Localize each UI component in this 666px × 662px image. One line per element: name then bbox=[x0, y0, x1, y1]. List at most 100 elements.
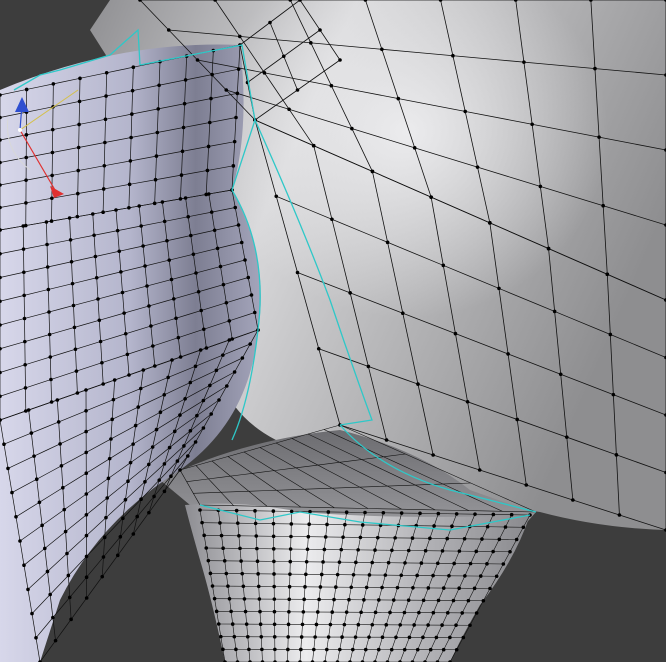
mesh-vertex bbox=[123, 331, 128, 336]
mesh-vertex bbox=[166, 375, 170, 380]
mesh-vertex bbox=[209, 96, 213, 101]
mesh-vertex bbox=[431, 573, 435, 578]
mesh-vertex bbox=[202, 533, 206, 538]
mesh-vertex bbox=[326, 510, 331, 514]
mesh-vertex bbox=[93, 254, 98, 259]
mesh-vertex bbox=[421, 635, 425, 640]
mesh-vertex bbox=[84, 471, 89, 476]
mesh-vertex bbox=[247, 647, 251, 652]
gizmo-origin[interactable] bbox=[18, 128, 22, 132]
mesh-vertex bbox=[441, 263, 446, 268]
mesh-vertex bbox=[272, 584, 276, 589]
mesh-vertex bbox=[26, 587, 30, 592]
mesh-vertex bbox=[240, 356, 245, 360]
mesh-vertex bbox=[393, 536, 397, 540]
mesh-vertex bbox=[110, 417, 114, 422]
mesh-vertex bbox=[303, 585, 307, 589]
mesh-vertex bbox=[605, 272, 610, 277]
mesh-vertex bbox=[334, 585, 338, 589]
mesh-vertex bbox=[76, 145, 81, 150]
mesh-vertex bbox=[370, 560, 375, 565]
mesh-vertex bbox=[309, 41, 313, 45]
mesh-vertex bbox=[32, 454, 36, 458]
mesh-vertex bbox=[419, 561, 424, 565]
mesh-vertex bbox=[281, 54, 286, 59]
mesh-vertex bbox=[272, 609, 277, 614]
mesh-vertex bbox=[22, 270, 26, 275]
mesh-vertex bbox=[330, 217, 334, 222]
mesh-vertex bbox=[127, 373, 131, 377]
mesh-vertex bbox=[169, 277, 174, 282]
mesh-vertex bbox=[337, 560, 342, 564]
mesh-vertex bbox=[135, 514, 139, 519]
mesh-vertex bbox=[22, 293, 26, 298]
mesh-vertex bbox=[402, 610, 407, 615]
mesh-vertex bbox=[287, 597, 292, 602]
mesh-vertex bbox=[239, 240, 244, 245]
mesh-vertex bbox=[426, 586, 431, 590]
mesh-vertex bbox=[445, 536, 450, 541]
3d-viewport[interactable] bbox=[0, 0, 666, 662]
mesh-vertex bbox=[295, 88, 300, 92]
mesh-vertex bbox=[50, 196, 54, 201]
mesh-vertex bbox=[119, 270, 123, 274]
mesh-vertex bbox=[403, 561, 407, 565]
mesh-vertex bbox=[440, 623, 444, 627]
mesh-vertex bbox=[186, 214, 190, 219]
mesh-vertex bbox=[376, 647, 381, 652]
mesh-vertex bbox=[152, 494, 156, 499]
mesh-vertex bbox=[77, 99, 82, 104]
mesh-vertex bbox=[198, 348, 203, 352]
mesh-vertex bbox=[236, 67, 241, 71]
mesh-vertex bbox=[201, 398, 206, 403]
mesh-vertex bbox=[167, 445, 172, 450]
mesh-vertex bbox=[127, 205, 131, 210]
mesh-vertex bbox=[453, 331, 458, 336]
mesh-vertex bbox=[59, 464, 64, 468]
mesh-vertex bbox=[24, 133, 29, 137]
mesh-vertex bbox=[21, 247, 26, 251]
mesh-vertex bbox=[104, 70, 109, 75]
mesh-vertex bbox=[353, 635, 358, 639]
mesh-vertex bbox=[45, 242, 49, 247]
mesh-vertex bbox=[288, 559, 293, 564]
mesh-vertex bbox=[102, 535, 107, 540]
mesh-vertex bbox=[258, 609, 262, 614]
mesh-vertex bbox=[231, 164, 236, 168]
mesh-vertex bbox=[342, 622, 347, 627]
mesh-vertex bbox=[169, 474, 173, 479]
mesh-vertex bbox=[24, 155, 29, 160]
mesh-vertex bbox=[271, 509, 276, 513]
mesh-vertex bbox=[100, 360, 104, 365]
mesh-vertex bbox=[234, 115, 238, 120]
mesh-vertex bbox=[373, 610, 378, 615]
mesh-vertex bbox=[232, 370, 237, 374]
mesh-vertex bbox=[472, 586, 477, 591]
mesh-vertex bbox=[468, 561, 473, 566]
mesh-vertex bbox=[130, 112, 134, 116]
mesh-vertex bbox=[428, 647, 433, 652]
mesh-vertex bbox=[351, 572, 356, 577]
mesh-vertex bbox=[341, 535, 345, 539]
mesh-vertex bbox=[348, 291, 352, 295]
mesh-vertex bbox=[289, 509, 294, 514]
mesh-vertex bbox=[491, 512, 496, 517]
mesh-vertex bbox=[415, 573, 419, 578]
mesh-vertex bbox=[22, 316, 27, 321]
mesh-vertex bbox=[214, 609, 219, 614]
mesh-vertex bbox=[67, 216, 72, 220]
mesh-vertex bbox=[435, 561, 440, 566]
mesh-vertex bbox=[69, 259, 74, 264]
mesh-vertex bbox=[178, 413, 182, 417]
mesh-vertex bbox=[509, 512, 514, 517]
mesh-vertex bbox=[22, 563, 26, 567]
mesh-vertex bbox=[236, 223, 241, 227]
mesh-vertex bbox=[30, 611, 34, 616]
mesh-viewport-canvas[interactable] bbox=[0, 0, 666, 662]
mesh-vertex bbox=[84, 409, 88, 413]
mesh-vertex bbox=[49, 219, 54, 223]
mesh-vertex bbox=[188, 380, 193, 385]
mesh-vertex bbox=[104, 94, 108, 98]
mesh-vertex bbox=[237, 533, 241, 538]
mesh-vertex bbox=[431, 453, 435, 457]
